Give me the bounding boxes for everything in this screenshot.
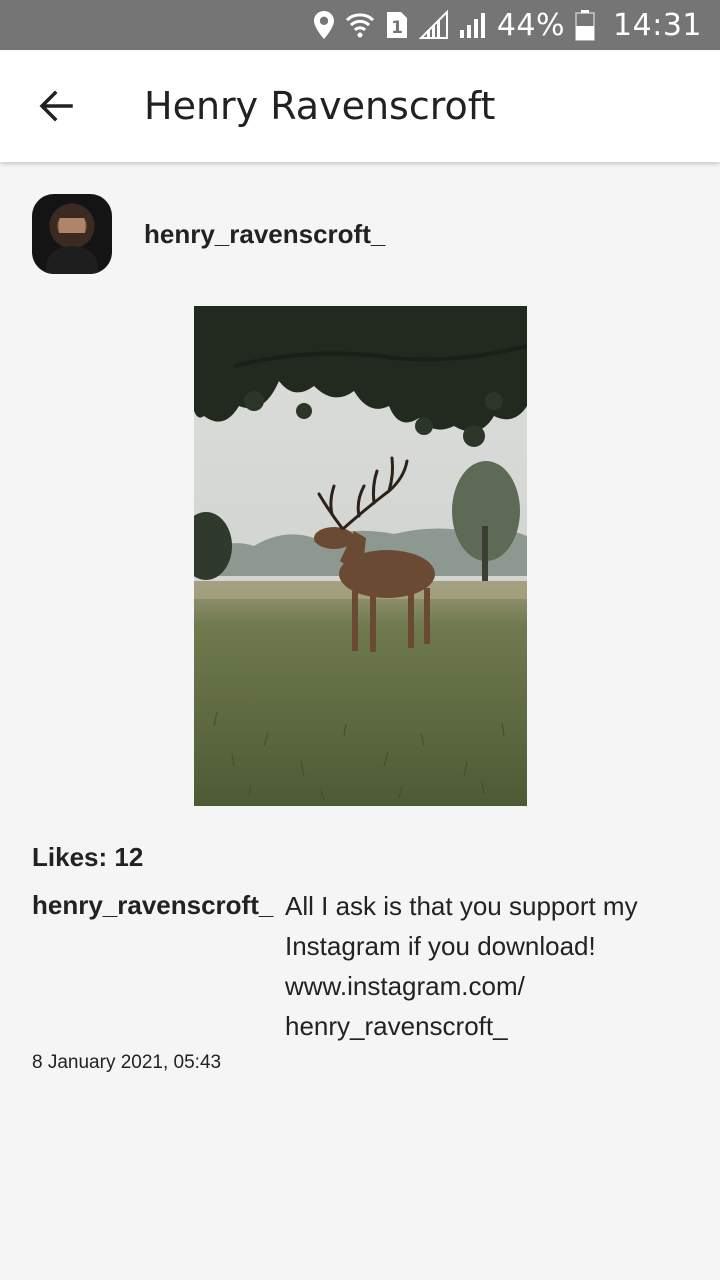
clock: 14:31 (613, 7, 702, 43)
sim-badge: 1 (391, 18, 403, 38)
arrow-left-icon (39, 90, 73, 122)
caption: henry_ravenscroft_ All I ask is that you… (32, 886, 692, 1046)
post-image[interactable] (194, 306, 527, 806)
page-title: Henry Ravenscroft (144, 84, 496, 128)
status-bar: 1 44% 14:31 (0, 0, 720, 50)
signal-icon-2 (459, 10, 487, 40)
avatar[interactable] (32, 194, 112, 274)
sim-icon: 1 (385, 10, 409, 40)
back-button[interactable] (28, 78, 84, 134)
caption-text: All I ask is that you support my Instagr… (285, 891, 638, 1041)
post-username[interactable]: henry_ravenscroft_ (144, 219, 385, 250)
post-timestamp: 8 January 2021, 05:43 (32, 1052, 222, 1073)
location-icon (313, 10, 335, 40)
battery-percent: 44% (496, 7, 566, 43)
wifi-icon (345, 10, 375, 40)
post-header: henry_ravenscroft_ (32, 194, 385, 274)
signal-icon (418, 10, 449, 40)
caption-username[interactable]: henry_ravenscroft_ (32, 886, 285, 1046)
likes-count: Likes: 12 (32, 842, 144, 872)
battery-icon (575, 9, 595, 41)
app-bar: Henry Ravenscroft (0, 50, 720, 162)
